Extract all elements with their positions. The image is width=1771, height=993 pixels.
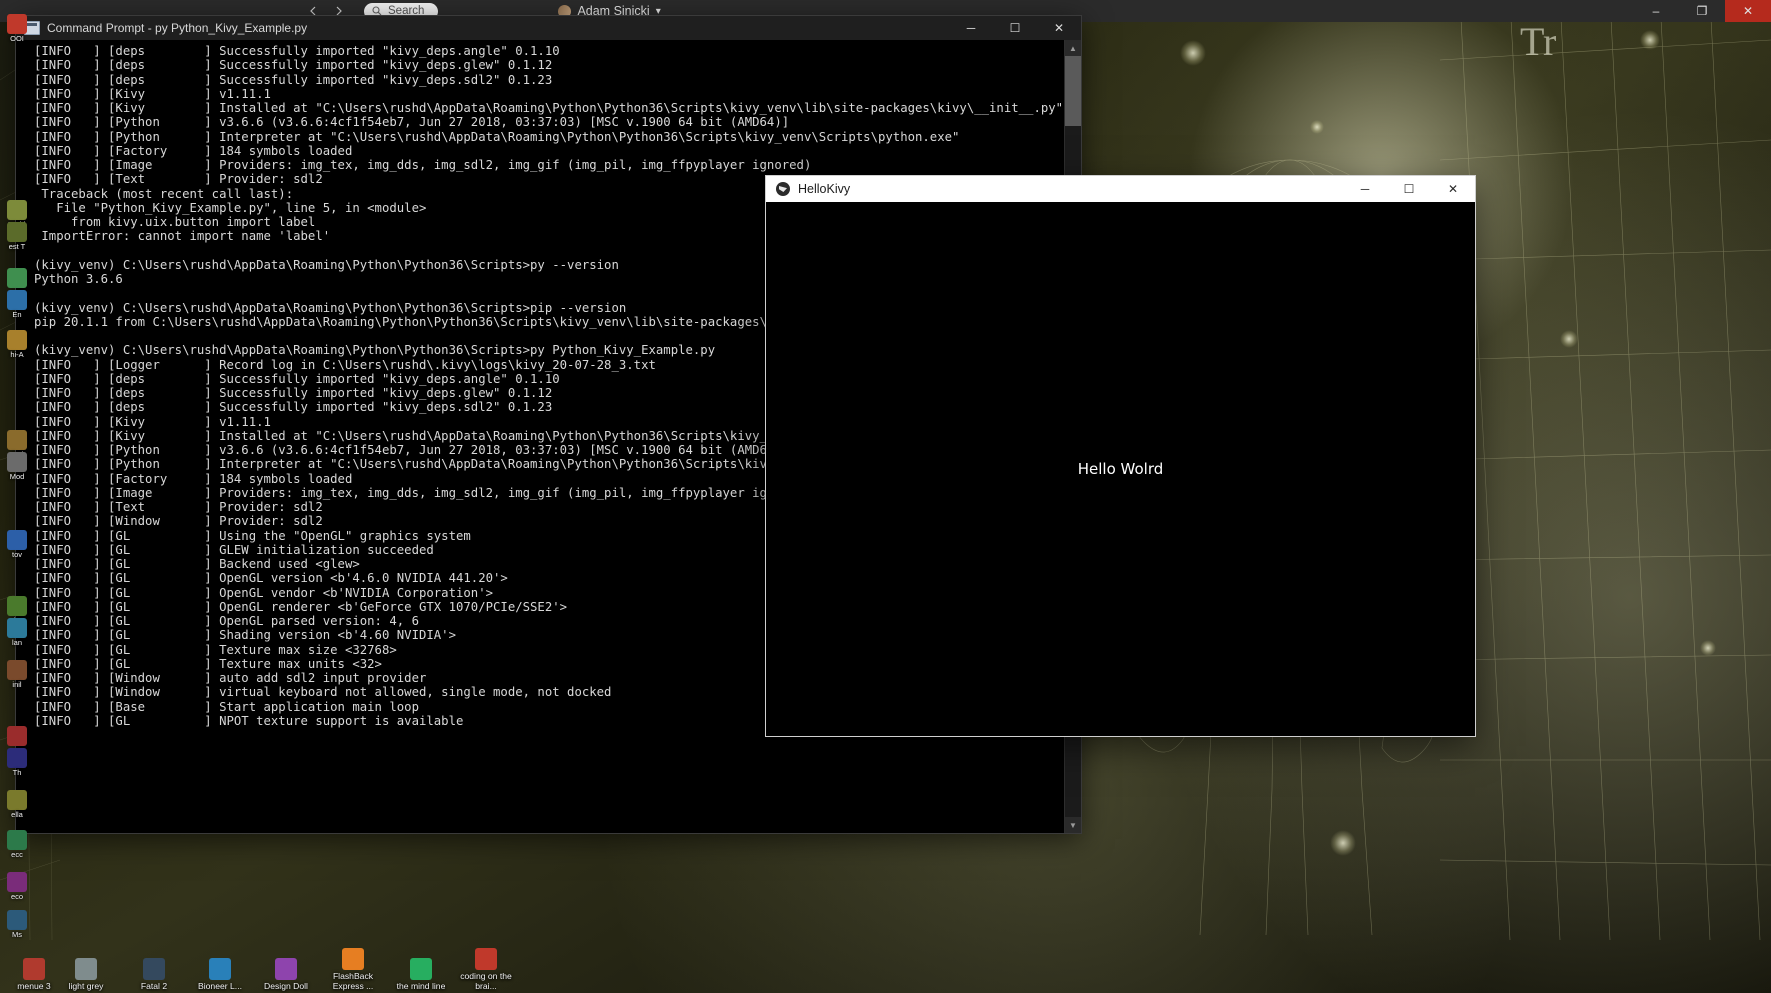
minimize-button[interactable]: – <box>1633 0 1679 22</box>
app-icon <box>7 790 27 810</box>
desktop-icon-label: Th <box>13 768 22 777</box>
desktop-icon-label: tov <box>12 550 22 559</box>
command-prompt-window-controls: ─ ☐ ✕ <box>949 16 1081 40</box>
maximize-button[interactable]: ❐ <box>1679 0 1725 22</box>
maximize-button[interactable]: ☐ <box>1387 176 1431 202</box>
desktop-icon-label: lan <box>12 638 22 647</box>
background-app-window-controls: – ❐ ✕ <box>1633 0 1771 22</box>
app-icon <box>75 958 97 980</box>
desktop-icon[interactable]: En <box>2 290 32 319</box>
desktop-icon[interactable]: tov <box>2 530 32 559</box>
close-button[interactable]: ✕ <box>1037 16 1081 40</box>
taskbar-item[interactable]: Bioneer L... <box>184 958 256 992</box>
back-icon[interactable] <box>300 6 326 16</box>
command-prompt-titlebar[interactable]: Command Prompt - py Python_Kivy_Example.… <box>16 16 1081 40</box>
taskbar-item-label: the mind line <box>397 981 446 991</box>
app-icon <box>7 530 27 550</box>
app-icon <box>7 290 27 310</box>
app-icon <box>143 958 165 980</box>
taskbar-item[interactable]: Fatal 2 <box>118 958 190 992</box>
app-icon <box>7 596 27 616</box>
app-icon <box>7 200 27 220</box>
minimize-button[interactable]: ─ <box>949 16 993 40</box>
chevron-down-icon[interactable]: ▾ <box>656 6 661 17</box>
app-icon <box>7 14 27 34</box>
search-icon <box>372 6 382 16</box>
app-icon <box>7 748 27 768</box>
desktop-icon[interactable]: lan <box>2 618 32 647</box>
taskbar-item-label: Fatal 2 <box>141 981 167 991</box>
hello-world-label: Hello Wolrd <box>1078 460 1164 478</box>
desktop-icon-label: ecc <box>11 850 23 859</box>
app-icon <box>410 958 432 980</box>
app-icon <box>7 618 27 638</box>
desktop-icon-label: hi-A <box>10 350 23 359</box>
close-button[interactable]: ✕ <box>1431 176 1475 202</box>
hellokivy-window[interactable]: HelloKivy ─ ☐ ✕ Hello Wolrd <box>766 176 1475 736</box>
desktop-icon-label: est T <box>9 242 26 251</box>
taskbar-item-label: Bioneer L... <box>198 981 242 991</box>
app-icon <box>475 948 497 970</box>
taskbar-item[interactable]: FlashBack Express ... <box>317 948 389 991</box>
app-icon <box>7 910 27 930</box>
taskbar-item[interactable]: Design Doll <box>250 958 322 992</box>
desktop-icon-label: Ms <box>12 930 22 939</box>
taskbar-item-label: FlashBack Express ... <box>333 971 374 991</box>
command-prompt-title: Command Prompt - py Python_Kivy_Example.… <box>47 21 307 35</box>
app-icon <box>23 958 45 980</box>
taskbar-item[interactable]: coding on the brai... <box>450 948 522 991</box>
desktop-icon-label: En <box>12 310 21 319</box>
hellokivy-window-controls: ─ ☐ ✕ <box>1343 176 1475 202</box>
desktop-icon-label: eco <box>11 892 23 901</box>
app-icon <box>7 726 27 746</box>
desktop-icon[interactable]: hi-A <box>2 330 32 359</box>
app-icon <box>275 958 297 980</box>
app-icon <box>7 430 27 450</box>
desktop-icon-label: OOI <box>10 34 24 43</box>
taskbar-item-label: Design Doll <box>264 981 308 991</box>
desktop-icon-label: ella <box>11 810 23 819</box>
desktop-icon[interactable]: ecc <box>2 830 32 859</box>
desktop-icon[interactable]: inil <box>2 660 32 689</box>
desktop-icon[interactable]: ella <box>2 790 32 819</box>
app-icon <box>7 872 27 892</box>
app-icon <box>342 948 364 970</box>
taskbar-item[interactable]: the mind line <box>385 958 457 992</box>
desktop-icon[interactable]: OOI <box>2 14 32 43</box>
taskbar: menue 3 light grey Fatal 2 Bioneer L... Desi… <box>0 953 1771 993</box>
maximize-button[interactable]: ☐ <box>993 16 1037 40</box>
app-icon <box>7 330 27 350</box>
hellokivy-canvas[interactable]: Hello Wolrd <box>766 202 1475 736</box>
app-icon <box>7 830 27 850</box>
scroll-up-button[interactable]: ▲ <box>1065 40 1081 56</box>
app-icon <box>7 660 27 680</box>
app-icon <box>7 268 27 288</box>
desktop-icon[interactable]: eco <box>2 872 32 901</box>
taskbar-item-label: coding on the brai... <box>460 971 512 991</box>
minimize-button[interactable]: ─ <box>1343 176 1387 202</box>
scrollbar-thumb[interactable] <box>1065 56 1081 126</box>
forward-icon[interactable] <box>326 6 352 16</box>
app-icon <box>209 958 231 980</box>
app-icon <box>7 452 27 472</box>
scroll-down-button[interactable]: ▼ <box>1065 817 1081 833</box>
hellokivy-title: HelloKivy <box>798 182 850 196</box>
close-button[interactable]: ✕ <box>1725 0 1771 22</box>
taskbar-item-label: light grey <box>69 981 104 991</box>
hellokivy-titlebar[interactable]: HelloKivy ─ ☐ ✕ <box>766 176 1475 202</box>
desktop-icon[interactable]: Mod <box>2 452 32 481</box>
taskbar-item-label: menue 3 <box>17 981 50 991</box>
taskbar-item[interactable]: light grey <box>50 958 122 992</box>
app-icon <box>7 222 27 242</box>
desktop-icon[interactable]: Th <box>2 748 32 777</box>
desktop-icon-label: Mod <box>10 472 25 481</box>
desktop-icon-label: inil <box>12 680 21 689</box>
kivy-logo-icon <box>776 182 790 196</box>
wallpaper-glyph: Tr <box>1520 18 1556 65</box>
desktop-icon[interactable]: Ms <box>2 910 32 939</box>
desktop-icon[interactable]: est T <box>2 222 32 251</box>
